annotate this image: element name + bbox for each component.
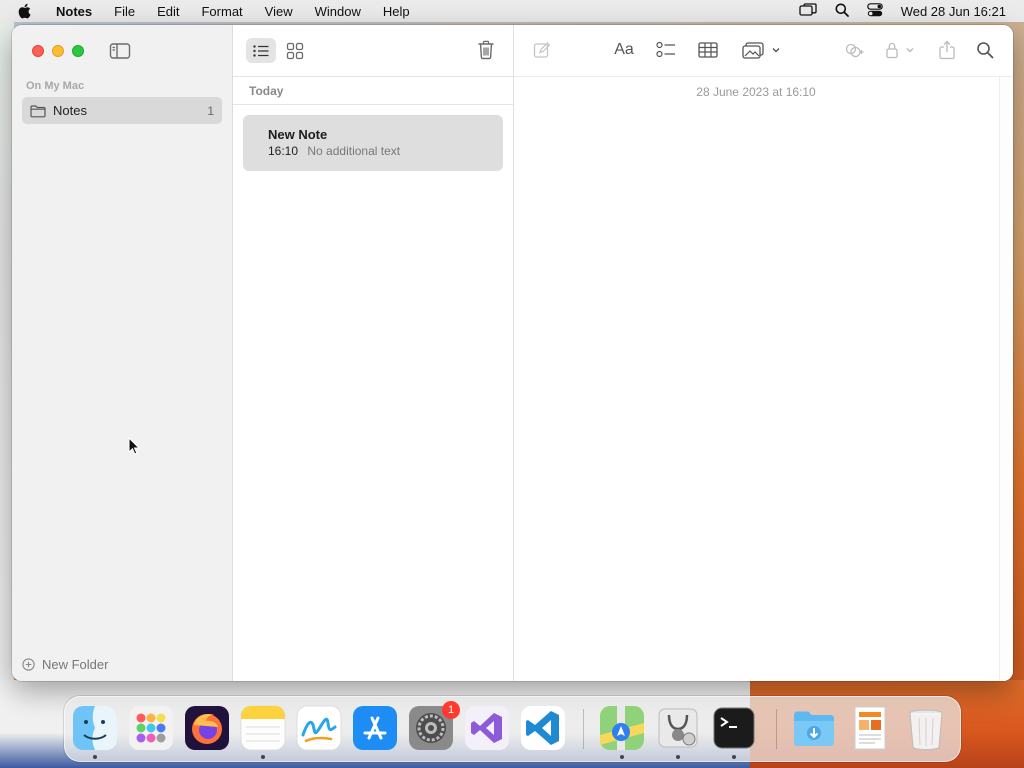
spotlight-search-icon[interactable] (835, 3, 849, 20)
note-list-toolbar (233, 25, 514, 77)
disk-utility-running-indicator (676, 755, 680, 759)
menu-window[interactable]: Window (304, 4, 372, 19)
apple-menu-icon[interactable] (18, 3, 34, 19)
screen-mirroring-icon[interactable] (799, 2, 817, 20)
list-view-button[interactable] (246, 38, 276, 63)
folder-label: Notes (53, 103, 87, 118)
system-settings-icon[interactable]: 1 (408, 701, 460, 751)
new-folder-button[interactable]: New Folder (22, 657, 108, 672)
editor-scrollbar[interactable] (999, 77, 1013, 681)
document-preview-icon[interactable] (847, 705, 893, 751)
window-controls (32, 45, 84, 57)
note-time: 16:10 (268, 144, 299, 158)
text-format-icon[interactable]: Aa (612, 40, 636, 60)
launchpad-icon[interactable] (128, 705, 174, 751)
menu-bar: Notes File Edit Format View Window Help … (0, 0, 1024, 22)
finder-running-indicator (93, 755, 97, 759)
note-title: New Note (268, 127, 328, 142)
folder-icon (30, 104, 46, 118)
finder-icon[interactable] (72, 705, 118, 751)
terminal-icon[interactable] (711, 705, 757, 751)
note-timestamp: 28 June 2023 at 16:10 (696, 85, 816, 99)
menu-help[interactable]: Help (372, 4, 421, 19)
visual-studio-icon[interactable] (464, 705, 510, 751)
control-center-icon[interactable] (866, 2, 883, 20)
list-view-icon (253, 44, 269, 57)
dock: 1 (64, 696, 961, 762)
firefox-icon[interactable] (184, 705, 230, 751)
dock-separator (776, 709, 777, 749)
close-window-button[interactable] (32, 45, 44, 57)
folder-note-count: 1 (207, 103, 214, 118)
dock-separator (583, 709, 584, 749)
menu-format[interactable]: Format (190, 4, 253, 19)
minimize-window-button[interactable] (52, 45, 64, 57)
notes-window: On My Mac Notes 1 New Folder Today New N… (12, 25, 1013, 681)
app-store-icon[interactable] (352, 705, 398, 751)
new-folder-label: New Folder (42, 657, 109, 672)
collaborate-icon[interactable] (843, 40, 865, 60)
media-insert-icon[interactable] (742, 40, 782, 60)
menu-edit[interactable]: Edit (146, 4, 190, 19)
table-icon[interactable] (697, 40, 719, 60)
notes-running-indicator (261, 755, 265, 759)
note-snippet: No additional text (307, 144, 401, 158)
delete-note-trash-icon[interactable] (477, 40, 495, 60)
downloads-folder-icon[interactable] (791, 705, 837, 751)
folders-sidebar: On My Mac Notes 1 New Folder (12, 25, 233, 681)
notes-icon[interactable] (240, 705, 286, 751)
on-my-mac-section-label: On My Mac (26, 80, 85, 92)
mouse-cursor-icon (128, 436, 141, 455)
gallery-view-icon[interactable] (286, 42, 304, 60)
vscode-icon[interactable] (520, 705, 566, 751)
compose-new-note-icon[interactable] (532, 40, 552, 60)
freeform-icon[interactable] (296, 705, 342, 751)
trash-icon[interactable] (903, 705, 949, 751)
menu-view[interactable]: View (254, 4, 304, 19)
zoom-window-button[interactable] (72, 45, 84, 57)
lock-note-icon[interactable] (884, 40, 918, 60)
terminal-running-indicator (732, 755, 736, 759)
menu-bar-clock[interactable]: Wed 28 Jun 16:21 (901, 4, 1006, 19)
note-list-pane: Today New Note 16:10 No additional text (233, 25, 514, 681)
note-group-header-today: Today (233, 77, 514, 105)
checklist-icon[interactable] (655, 40, 677, 60)
sidebar-item-notes-folder[interactable]: Notes 1 (22, 97, 222, 124)
note-meta: 16:10 No additional text (268, 144, 503, 158)
add-circle-icon (22, 658, 35, 671)
maps-running-indicator (620, 755, 624, 759)
maps-icon[interactable] (599, 705, 645, 751)
search-icon[interactable] (975, 40, 995, 60)
note-list-item[interactable]: New Note 16:10 No additional text (243, 115, 503, 171)
editor-toolbar: Aa (514, 25, 1013, 77)
note-editor-pane: Aa 28 June 2023 at 16:10 (514, 25, 1013, 681)
notification-badge: 1 (442, 701, 460, 719)
disk-utility-icon[interactable] (655, 705, 701, 751)
menu-file[interactable]: File (103, 4, 146, 19)
share-icon[interactable] (937, 40, 957, 60)
app-menu-notes[interactable]: Notes (48, 4, 103, 19)
sidebar-toggle-icon[interactable] (109, 42, 131, 60)
